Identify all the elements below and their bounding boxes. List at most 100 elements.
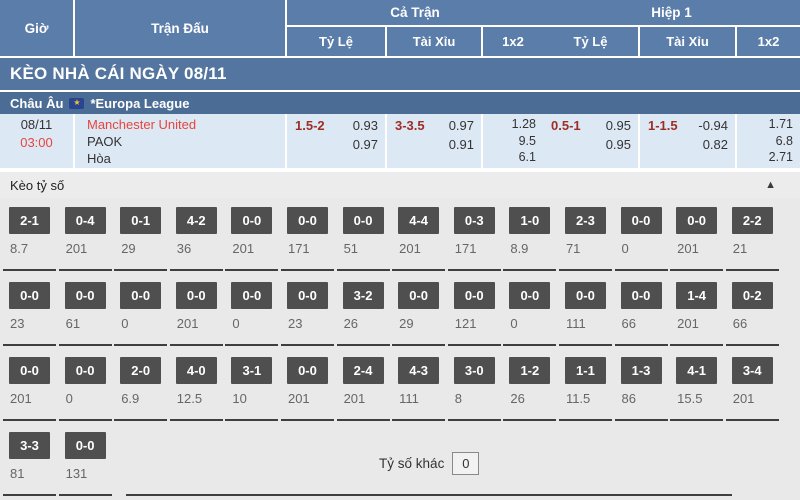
score-box[interactable]: 3-1 [231, 357, 272, 384]
score-box[interactable]: 0-0 [176, 282, 217, 309]
correct-score-header[interactable]: Kèo tỷ số ▲ [0, 172, 800, 198]
score-box[interactable]: 3-0 [454, 357, 495, 384]
score-box[interactable]: 0-0 [509, 282, 550, 309]
score-cell[interactable]: 0-051 [337, 207, 390, 271]
score-cell[interactable]: 4-012.5 [170, 357, 223, 421]
score-cell[interactable]: 0-0111 [559, 282, 612, 346]
score-cell[interactable]: 4-3111 [392, 357, 445, 421]
score-box[interactable]: 0-0 [343, 207, 384, 234]
score-box[interactable]: 0-0 [9, 357, 50, 384]
score-box[interactable]: 0-0 [231, 282, 272, 309]
score-box[interactable]: 0-0 [120, 282, 161, 309]
half-handicap-away-odds[interactable]: 0.95 [606, 135, 631, 154]
score-cell[interactable]: 4-236 [170, 207, 223, 271]
score-cell[interactable]: 0-00 [225, 282, 278, 346]
score-cell[interactable]: 0-061 [59, 282, 112, 346]
score-box[interactable]: 0-0 [565, 282, 606, 309]
half-overunder-cell[interactable]: 1-1.5 -0.94 0.82 [640, 114, 737, 168]
score-cell[interactable]: 0-266 [726, 282, 779, 346]
score-cell[interactable]: 3-4201 [726, 357, 779, 421]
score-box[interactable]: 0-0 [621, 282, 662, 309]
score-box[interactable]: 0-0 [65, 282, 106, 309]
score-box[interactable]: 1-2 [509, 357, 550, 384]
score-box[interactable]: 4-0 [176, 357, 217, 384]
score-cell[interactable]: 0-0131 [59, 432, 112, 496]
score-box[interactable]: 0-3 [454, 207, 495, 234]
score-box[interactable]: 2-0 [120, 357, 161, 384]
half-handicap-home-odds[interactable]: 0.95 [606, 116, 631, 135]
score-cell[interactable]: 1-4201 [670, 282, 723, 346]
other-score-input[interactable] [452, 452, 479, 475]
score-cell[interactable]: 0-0121 [448, 282, 501, 346]
score-box[interactable]: 0-0 [65, 357, 106, 384]
score-box[interactable]: 0-0 [65, 432, 106, 459]
score-cell[interactable]: 1-386 [615, 357, 668, 421]
score-cell[interactable]: 0-0201 [170, 282, 223, 346]
score-cell[interactable]: 2-4201 [337, 357, 390, 421]
score-cell[interactable]: 0-00 [114, 282, 167, 346]
full-1x2-draw[interactable]: 6.1 [483, 149, 536, 166]
score-cell[interactable]: 0-0201 [225, 207, 278, 271]
score-box[interactable]: 0-0 [9, 282, 50, 309]
score-cell[interactable]: 1-226 [503, 357, 556, 421]
score-box[interactable]: 0-0 [454, 282, 495, 309]
half-1x2-home[interactable]: 1.71 [737, 116, 793, 133]
full-1x2-cell[interactable]: 1.28 9.5 6.1 [483, 114, 543, 168]
score-box[interactable]: 0-0 [287, 357, 328, 384]
score-cell[interactable]: 4-4201 [392, 207, 445, 271]
score-cell[interactable]: 0-029 [392, 282, 445, 346]
score-box[interactable]: 0-2 [732, 282, 773, 309]
score-box[interactable]: 3-3 [9, 432, 50, 459]
score-box[interactable]: 0-4 [65, 207, 106, 234]
score-box[interactable]: 1-4 [676, 282, 717, 309]
score-cell[interactable]: 2-371 [559, 207, 612, 271]
collapse-icon[interactable]: ▲ [765, 179, 776, 191]
score-box[interactable]: 4-1 [676, 357, 717, 384]
score-cell[interactable]: 0-00 [59, 357, 112, 421]
score-box[interactable]: 4-3 [398, 357, 439, 384]
score-box[interactable]: 1-3 [621, 357, 662, 384]
score-box[interactable]: 0-0 [287, 282, 328, 309]
score-box[interactable]: 2-3 [565, 207, 606, 234]
score-cell[interactable]: 0-3171 [448, 207, 501, 271]
score-cell[interactable]: 3-110 [225, 357, 278, 421]
score-box[interactable]: 2-1 [9, 207, 50, 234]
score-cell[interactable]: 0-023 [3, 282, 56, 346]
score-cell[interactable]: 1-08.9 [503, 207, 556, 271]
score-box[interactable]: 0-0 [621, 207, 662, 234]
score-box[interactable]: 4-2 [176, 207, 217, 234]
half-1x2-cell[interactable]: 1.71 6.8 2.71 [737, 114, 800, 168]
score-cell[interactable]: 0-066 [615, 282, 668, 346]
full-ou-under-odds[interactable]: 0.91 [449, 135, 474, 154]
score-cell[interactable]: 4-115.5 [670, 357, 723, 421]
score-cell[interactable]: 1-111.5 [559, 357, 612, 421]
score-box[interactable]: 1-0 [509, 207, 550, 234]
score-cell[interactable]: 2-18.7 [3, 207, 56, 271]
half-1x2-draw[interactable]: 2.71 [737, 149, 793, 166]
score-box[interactable]: 3-2 [343, 282, 384, 309]
full-1x2-home[interactable]: 1.28 [483, 116, 536, 133]
full-handicap-home-odds[interactable]: 0.93 [353, 116, 378, 135]
score-cell[interactable]: 3-381 [3, 432, 56, 496]
score-box[interactable]: 3-4 [732, 357, 773, 384]
score-cell[interactable]: 0-023 [281, 282, 334, 346]
half-ou-over-odds[interactable]: -0.94 [698, 116, 728, 135]
score-cell[interactable]: 0-129 [114, 207, 167, 271]
full-handicap-away-odds[interactable]: 0.97 [353, 135, 378, 154]
score-cell[interactable]: 0-4201 [59, 207, 112, 271]
away-team[interactable]: PAOK [87, 133, 285, 150]
half-handicap-cell[interactable]: 0.5-1 0.95 0.95 [543, 114, 640, 168]
score-cell[interactable]: 2-221 [726, 207, 779, 271]
score-cell[interactable]: 0-0201 [281, 357, 334, 421]
score-cell[interactable]: 0-0201 [3, 357, 56, 421]
full-ou-over-odds[interactable]: 0.97 [449, 116, 474, 135]
home-team-link[interactable]: Manchester United [87, 116, 285, 133]
score-cell[interactable]: 3-226 [337, 282, 390, 346]
score-cell[interactable]: 3-08 [448, 357, 501, 421]
league-bar[interactable]: Châu Âu ★ *Europa League [0, 90, 800, 114]
score-box[interactable]: 4-4 [398, 207, 439, 234]
score-box[interactable]: 0-0 [398, 282, 439, 309]
score-box[interactable]: 0-0 [287, 207, 328, 234]
half-ou-under-odds[interactable]: 0.82 [703, 135, 728, 154]
score-box[interactable]: 1-1 [565, 357, 606, 384]
